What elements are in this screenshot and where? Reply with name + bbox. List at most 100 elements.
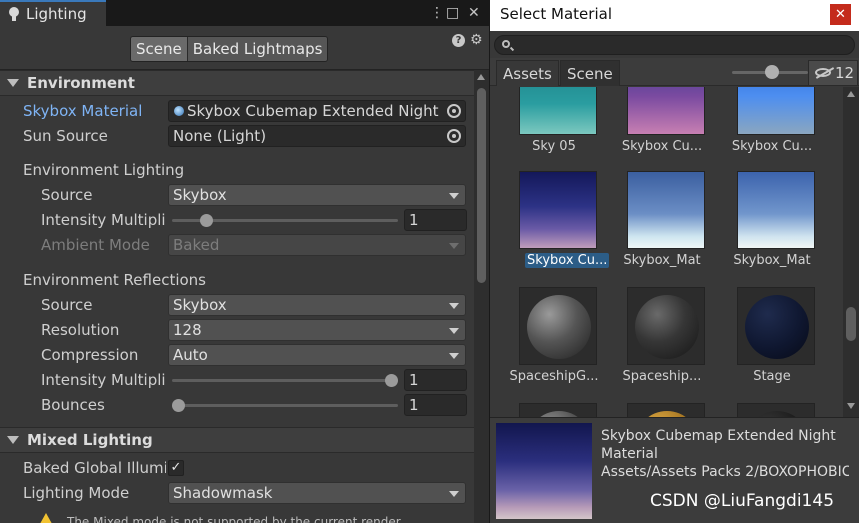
hidden-items-toggle[interactable]: 12 — [808, 60, 858, 86]
material-label: Skybox Cu... — [525, 253, 610, 268]
warning-text: The Mixed mode is not supported by the c… — [67, 515, 401, 523]
resolution-dropdown[interactable]: 128 — [168, 319, 466, 341]
material-thumbnail — [627, 287, 705, 365]
preview-thumbnail — [496, 423, 592, 519]
mixed-mode-warning: The Mixed mode is not supported by the c… — [24, 509, 464, 523]
lighting-mode-dropdown[interactable]: Shadowmask — [168, 482, 466, 504]
environment-section-header[interactable]: Environment — [0, 70, 474, 96]
material-tile[interactable]: Stage — [718, 287, 826, 397]
baked-gi-checkbox[interactable]: ✓ — [168, 460, 184, 476]
material-label: Skybox_Mat — [733, 253, 811, 268]
material-tile[interactable]: Skybox_Mat — [608, 171, 716, 281]
object-picker-icon[interactable] — [447, 129, 461, 143]
maximize-icon[interactable]: □ — [446, 3, 459, 23]
search-input[interactable] — [494, 35, 855, 55]
intensity-input[interactable]: 1 — [404, 209, 467, 231]
settings-gear-icon[interactable]: ⚙ — [470, 32, 483, 48]
dropdown-arrow-icon — [449, 353, 459, 359]
ambient-mode-label: Ambient Mode — [41, 236, 150, 254]
material-tile[interactable]: Spaceship... — [608, 287, 716, 397]
bounces-slider-handle[interactable] — [172, 399, 185, 412]
mixed-lighting-section-header[interactable]: Mixed Lighting — [0, 427, 474, 453]
baked-gi-label: Baked Global Illumination — [23, 459, 166, 477]
tab-baked-lightmaps[interactable]: Baked Lightmaps — [187, 37, 328, 61]
material-label: Spaceship... — [622, 369, 702, 384]
resolution-row: Resolution 128 — [0, 319, 474, 343]
preview-type: Material — [601, 446, 658, 462]
material-thumbnail — [627, 171, 705, 249]
material-tile[interactable]: SpaceshipG... — [500, 287, 608, 397]
tab-scene[interactable]: Scene — [131, 37, 188, 61]
reflection-intensity-slider-track[interactable] — [172, 379, 398, 382]
help-icon[interactable]: ? — [452, 34, 465, 47]
compression-row: Compression Auto — [0, 344, 474, 368]
skybox-material-field[interactable]: Skybox Cubemap Extended Night — [168, 100, 466, 122]
lighting-tab-label: Lighting — [26, 5, 87, 23]
scroll-up-icon[interactable] — [477, 74, 485, 80]
reflection-source-dropdown[interactable]: Skybox — [168, 294, 466, 316]
material-tile[interactable] — [500, 403, 608, 417]
material-tile[interactable] — [718, 403, 826, 417]
lighting-toolbar: Scene Baked Lightmaps ? ⚙ — [0, 26, 489, 70]
reflection-intensity-slider-handle[interactable] — [385, 374, 398, 387]
scrollbar-thumb[interactable] — [477, 88, 486, 283]
search-icon — [502, 40, 510, 48]
environment-lighting-header: Environment Lighting — [23, 161, 185, 179]
material-label: Skybox Cu... — [731, 139, 813, 154]
eye-hidden-icon — [815, 68, 831, 77]
material-grid: Sky 05 Skybox Cu... Skybox Cu... Skybox Cu.… — [490, 87, 843, 417]
bounces-slider-track[interactable] — [172, 404, 398, 407]
select-material-title: Select Material — [500, 5, 612, 23]
material-thumbnail — [627, 87, 705, 135]
material-tile[interactable]: Skybox_Mat — [718, 171, 826, 281]
lighting-scrollbar[interactable] — [474, 70, 489, 523]
intensity-multiplier-label: Intensity Multiplier — [41, 211, 166, 229]
lighting-source-dropdown[interactable]: Skybox — [168, 184, 466, 206]
more-menu-icon[interactable]: ⋮ — [430, 3, 444, 23]
thumbnail-size-slider-handle[interactable] — [764, 65, 779, 79]
baked-gi-row: Baked Global Illumination ✓ — [0, 457, 474, 481]
source-label: Source — [41, 186, 93, 204]
lighting-tab[interactable]: Lighting — [0, 0, 106, 26]
sun-source-field[interactable]: None (Light) — [168, 125, 466, 147]
tab-scene[interactable]: Scene — [560, 60, 620, 86]
environment-reflections-header: Environment Reflections — [23, 271, 206, 289]
material-tile[interactable]: Skybox Cu... — [500, 171, 610, 281]
material-label: Skybox Cu... — [621, 139, 703, 154]
scroll-down-icon[interactable] — [847, 403, 855, 409]
sun-source-label: Sun Source — [23, 127, 108, 145]
lighting-mode-row: Lighting Mode Shadowmask — [0, 482, 474, 506]
reflection-intensity-input[interactable]: 1 — [404, 369, 467, 391]
close-button[interactable]: ✕ — [830, 4, 851, 25]
select-material-tabs: Assets Scene 12 — [490, 58, 859, 86]
material-label: Sky 05 — [532, 139, 576, 154]
object-picker-icon[interactable] — [447, 104, 461, 118]
intensity-slider-handle[interactable] — [199, 214, 213, 227]
lighting-mode-value: Shadowmask — [173, 484, 273, 502]
material-tile[interactable]: Skybox Cu... — [718, 87, 826, 167]
material-thumbnail — [737, 171, 815, 249]
close-icon[interactable]: ✕ — [468, 3, 480, 23]
ambient-mode-value: Baked — [173, 236, 220, 254]
material-tile[interactable] — [608, 403, 716, 417]
bounces-input[interactable]: 1 — [404, 394, 467, 416]
material-icon — [174, 106, 184, 116]
compression-dropdown[interactable]: Auto — [168, 344, 466, 366]
skybox-material-label: Skybox Material — [23, 102, 143, 120]
material-tile[interactable]: Skybox Cu... — [608, 87, 716, 167]
dropdown-arrow-icon — [449, 303, 459, 309]
material-sphere — [527, 295, 591, 359]
material-tile[interactable]: Sky 05 — [500, 87, 608, 167]
reflection-source-row: Source Skybox — [0, 294, 474, 318]
intensity-multiplier-row: Intensity Multiplier 1 — [0, 209, 474, 233]
reflection-intensity-label: Intensity Multiplier — [41, 371, 166, 389]
material-label: SpaceshipG... — [509, 369, 599, 384]
material-grid-scrollbar[interactable] — [843, 87, 859, 417]
scrollbar-thumb[interactable] — [846, 307, 856, 341]
lightbulb-icon — [8, 7, 20, 21]
scroll-up-icon[interactable] — [847, 91, 855, 97]
foldout-arrow-icon — [7, 436, 19, 444]
tab-assets[interactable]: Assets — [496, 60, 559, 86]
material-thumbnail — [737, 87, 815, 135]
lighting-tab-bar: Lighting ⋮ □ ✕ — [0, 0, 489, 26]
